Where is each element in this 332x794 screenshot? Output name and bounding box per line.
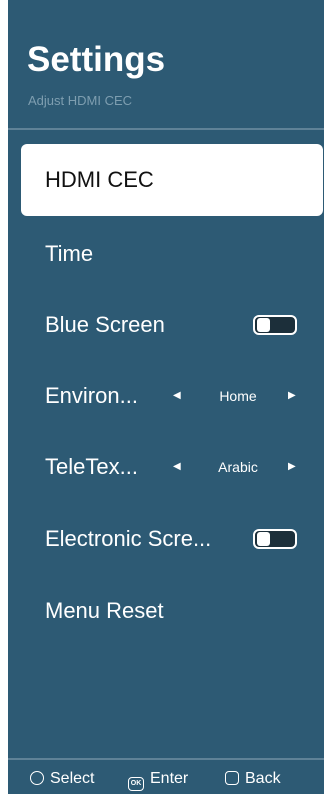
menu-item-environment[interactable]: Environ... ◀ Home ▶	[21, 360, 323, 432]
menu-item-label: HDMI CEC	[45, 167, 154, 192]
triangle-right-icon[interactable]: ▶	[288, 431, 296, 503]
menu-item-teletext[interactable]: TeleTex... ◀ Arabic ▶	[21, 431, 323, 503]
page-subtitle: Adjust HDMI CEC	[28, 93, 133, 108]
page-title: Settings	[27, 40, 166, 79]
menu-item-label: Environ...	[45, 383, 138, 408]
footer-hints: Select OK Enter Back	[8, 760, 324, 794]
menu-item-label: Blue Screen	[45, 312, 165, 337]
teletext-selector[interactable]: ◀ Arabic ▶	[173, 431, 303, 503]
triangle-left-icon[interactable]: ◀	[173, 360, 181, 432]
menu-item-time[interactable]: Time	[21, 218, 323, 290]
ok-button-icon: OK	[128, 777, 144, 791]
teletext-value: Arabic	[218, 459, 258, 475]
toggle-knob	[257, 318, 270, 332]
hint-back-label: Back	[245, 770, 281, 787]
triangle-right-icon[interactable]: ▶	[288, 360, 296, 432]
hint-enter-label: Enter	[150, 770, 189, 787]
menu-item-label: Electronic Scre...	[45, 526, 212, 551]
environment-value: Home	[219, 388, 257, 404]
hint-enter: OK Enter	[128, 768, 189, 791]
hint-back: Back	[225, 768, 281, 790]
hint-select-label: Select	[50, 770, 95, 787]
menu-item-hdmi-cec[interactable]: HDMI CEC	[21, 144, 323, 216]
triangle-left-icon[interactable]: ◀	[173, 431, 181, 503]
menu-item-label: Time	[45, 241, 94, 266]
menu-item-blue-screen[interactable]: Blue Screen	[21, 289, 323, 361]
environment-selector[interactable]: ◀ Home ▶	[173, 360, 303, 432]
blue-screen-toggle[interactable]	[253, 315, 297, 335]
menu-item-menu-reset[interactable]: Menu Reset	[21, 575, 323, 647]
header: Settings Adjust HDMI CEC	[8, 0, 324, 128]
header-divider	[8, 128, 324, 130]
toggle-knob	[257, 532, 270, 546]
menu-item-label: TeleTex...	[45, 454, 138, 479]
hint-select: Select	[30, 768, 94, 790]
settings-panel: Settings Adjust HDMI CEC HDMI CEC Time B…	[8, 0, 324, 794]
menu-item-label: Menu Reset	[45, 598, 164, 623]
select-icon	[30, 771, 44, 785]
menu-item-electronic-screen[interactable]: Electronic Scre...	[21, 503, 323, 575]
back-icon	[225, 771, 239, 785]
electronic-screen-toggle[interactable]	[253, 529, 297, 549]
